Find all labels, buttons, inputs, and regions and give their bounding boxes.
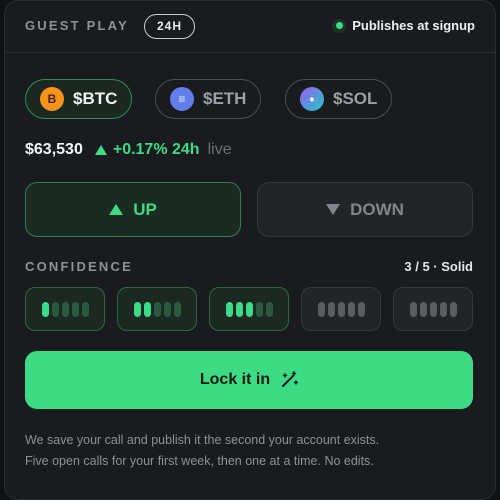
confidence-level-5[interactable] [393,287,473,331]
confidence-level-3[interactable] [209,287,289,331]
live-indicator: live [207,141,232,158]
confidence-level-4[interactable] [301,287,381,331]
confidence-level-2[interactable] [117,287,197,331]
up-button[interactable]: UP [25,182,241,237]
magic-wand-icon [282,371,299,387]
solana-icon: ● [300,87,324,111]
coin-tab-label: $ETH [203,89,247,108]
arrow-up-icon [109,204,124,215]
guest-play-card: GUEST PLAY 24H Publishes at signup B $BT… [4,0,496,500]
coin-tab-label: $SOL [333,89,378,108]
period-pill: 24H [144,14,196,39]
publish-status-text: Publishes at signup [352,18,475,33]
lock-it-in-button[interactable]: Lock it in [25,351,473,409]
coin-tab-eth[interactable]: ≡ $ETH [155,79,262,119]
price-change: +0.17% 24h [112,141,200,158]
confidence-value: 3 / 5 · Solid [404,259,473,274]
ethereum-icon: ≡ [170,87,194,111]
status-dot-icon [332,18,347,33]
down-button[interactable]: DOWN [257,182,473,237]
footer-line-1: We save your call and publish it the sec… [25,433,380,447]
arrow-down-icon [326,204,341,215]
current-price: $63,530 [25,141,83,158]
coin-tab-sol[interactable]: ● $SOL [285,79,393,119]
publish-status: Publishes at signup [332,18,475,33]
card-header: GUEST PLAY 24H Publishes at signup [5,1,495,53]
coin-tab-btc[interactable]: B $BTC [25,79,133,119]
header-title: GUEST PLAY [25,18,129,33]
lock-button-label: Lock it in [199,371,271,388]
footer-line-2: Five open calls for your first week, the… [25,454,374,468]
footer-disclaimer: We save your call and publish it the sec… [25,430,481,472]
down-button-label: DOWN [350,199,404,219]
up-button-label: UP [133,199,157,219]
coin-tab-label: $BTC [73,89,118,108]
bitcoin-icon: B [40,87,64,111]
confidence-level-1[interactable] [25,287,105,331]
price-up-arrow-icon [94,145,107,155]
price-row: $63,530 +0.17% 24h live [25,141,232,159]
confidence-label: CONFIDENCE [25,259,133,274]
